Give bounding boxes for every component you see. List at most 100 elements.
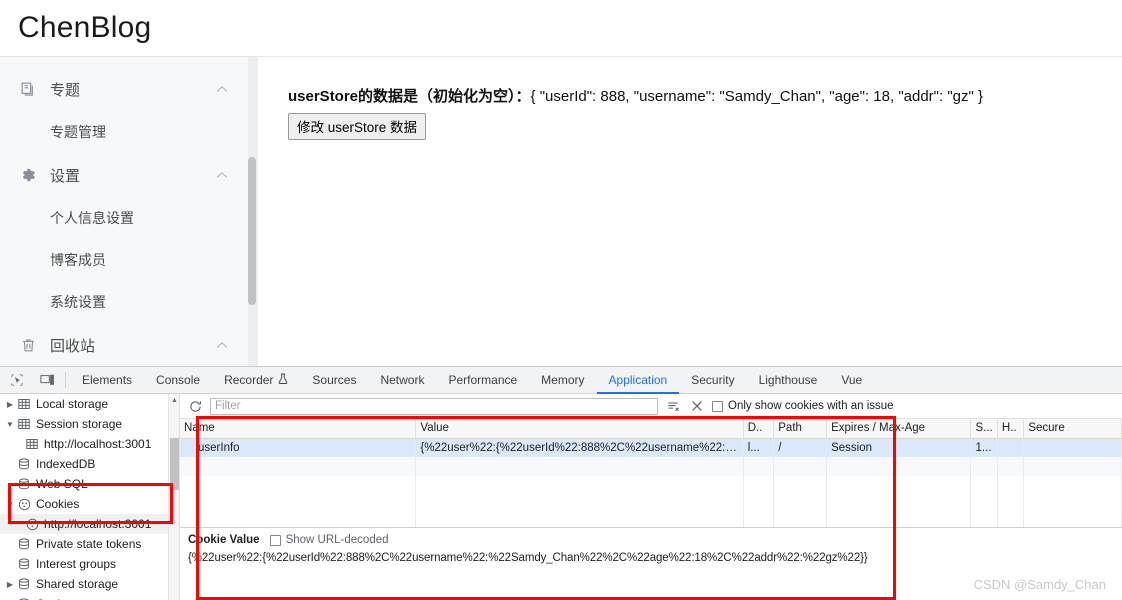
- column-header-name[interactable]: Name: [180, 419, 417, 439]
- chevron-up-icon[interactable]: [216, 339, 228, 351]
- column-header-size[interactable]: S...: [970, 419, 998, 439]
- chevron-up-icon[interactable]: [216, 169, 228, 181]
- sidebar-item-topic-manage[interactable]: 专题管理: [0, 111, 248, 153]
- delete-all-cookies-icon[interactable]: [688, 397, 706, 415]
- only-issues-checkbox[interactable]: Only show cookies with an issue: [712, 400, 894, 412]
- cell-empty: [415, 495, 744, 514]
- column-header-httponly[interactable]: H..: [997, 419, 1025, 439]
- device-toolbar-icon[interactable]: [36, 369, 58, 391]
- tree-item-cookies[interactable]: ▼ Cookies: [0, 494, 179, 514]
- cell-empty: [415, 514, 744, 527]
- column-header-secure[interactable]: Secure: [1023, 419, 1122, 439]
- tree-item-session-storage[interactable]: ▼ Session storage: [0, 414, 179, 434]
- tab-security[interactable]: Security: [679, 367, 746, 394]
- tree-item-local-storage[interactable]: ▶ Local storage: [0, 394, 179, 414]
- page-scrollbar[interactable]: [248, 57, 258, 366]
- cell-empty: [997, 514, 1025, 527]
- sidebar-item-topic[interactable]: 专题: [0, 67, 248, 111]
- checkbox-box[interactable]: [269, 534, 281, 546]
- inspect-element-icon[interactable]: [6, 369, 28, 391]
- topic-icon: [18, 79, 38, 99]
- tree-item-label: Web SQL: [36, 477, 88, 491]
- storage-tree-scrollbar[interactable]: ▲: [168, 394, 179, 600]
- tree-item-web-sql[interactable]: Web SQL: [0, 474, 179, 494]
- cell-path: /: [773, 438, 828, 457]
- cell-secure: [1023, 438, 1122, 457]
- refresh-icon[interactable]: [186, 397, 204, 415]
- chevron-up-icon[interactable]: [216, 83, 228, 95]
- tree-item-shared-storage[interactable]: ▶ Shared storage: [0, 574, 179, 594]
- column-header-expires[interactable]: Expires / Max-Age: [826, 419, 972, 439]
- tab-memory[interactable]: Memory: [529, 367, 596, 394]
- tab-vue[interactable]: Vue: [829, 367, 874, 394]
- tab-label: Recorder: [224, 372, 274, 387]
- cell-empty: [970, 457, 998, 476]
- tree-item-label: Session storage: [36, 417, 123, 431]
- column-header-value[interactable]: Value: [415, 419, 744, 439]
- column-header-domain[interactable]: D..: [743, 419, 775, 439]
- tab-network[interactable]: Network: [368, 367, 436, 394]
- chevron-right-icon[interactable]: ▶: [4, 400, 16, 409]
- table-row[interactable]: userInfo {%22user%22:{%22userId%22:888%2…: [180, 438, 1122, 457]
- cell-empty: [180, 495, 417, 514]
- cookies-toolbar: Only show cookies with an issue: [180, 394, 1122, 419]
- tab-label: Vue: [841, 372, 863, 387]
- table-icon: [24, 436, 40, 452]
- table-header-row: Name Value D.. Path Expires / Max-Age S.…: [180, 419, 1122, 439]
- cell-empty: [970, 476, 998, 495]
- column-header-path[interactable]: Path: [773, 419, 828, 439]
- cell-value: {%22user%22:{%22userId%22:888%2C%22usern…: [415, 438, 744, 457]
- checkbox-box[interactable]: [712, 400, 723, 412]
- sidebar-item-blog-members[interactable]: 博客成员: [0, 239, 248, 281]
- chevron-right-icon[interactable]: ▶: [4, 580, 16, 589]
- storage-tree-scrollbar-thumb[interactable]: [170, 438, 179, 490]
- tab-label: Performance: [448, 372, 518, 387]
- tree-item-label: Cookies: [36, 497, 80, 511]
- tab-lighthouse[interactable]: Lighthouse: [747, 367, 830, 394]
- tree-item-cookies-origin[interactable]: http://localhost:3001: [0, 514, 179, 534]
- table-row-empty: [180, 495, 1122, 514]
- cell-empty: [997, 495, 1025, 514]
- cell-empty: [1023, 476, 1122, 495]
- cell-empty: [826, 514, 972, 527]
- cell-empty: [415, 457, 744, 476]
- cell-empty: [180, 514, 417, 527]
- show-url-decoded-checkbox[interactable]: Show URL-decoded: [269, 534, 389, 546]
- cookie-icon: [24, 516, 40, 532]
- database-icon: [16, 576, 32, 592]
- cell-empty: [1023, 495, 1122, 514]
- sidebar-item-system-settings[interactable]: 系统设置: [0, 281, 248, 323]
- modify-userstore-button[interactable]: 修改 userStore 数据: [288, 113, 427, 140]
- store-data-prefix: userStore的数据是（初始化为空）：: [288, 88, 531, 105]
- page-body: 专题 专题管理 设置 个人信息设置 博客成员 系统设置 回收站 userStor…: [0, 57, 1122, 366]
- sidebar-item-recycle-bin[interactable]: 回收站: [0, 323, 248, 366]
- filter-input[interactable]: [210, 397, 658, 415]
- tab-application[interactable]: Application: [596, 367, 680, 394]
- tree-item-session-storage-origin[interactable]: http://localhost:3001: [0, 434, 179, 454]
- sidebar-item-profile-settings[interactable]: 个人信息设置: [0, 197, 248, 239]
- cell-empty: [826, 495, 972, 514]
- tab-recorder[interactable]: Recorder: [212, 367, 300, 394]
- cell-empty: [773, 514, 828, 527]
- tree-item-indexeddb[interactable]: IndexedDB: [0, 454, 179, 474]
- chevron-down-icon[interactable]: ▼: [4, 420, 16, 429]
- tree-item-interest-groups[interactable]: Interest groups: [0, 554, 179, 574]
- tab-console[interactable]: Console: [144, 367, 212, 394]
- tree-item-cache-storage[interactable]: Cache storage: [0, 594, 179, 600]
- tab-performance[interactable]: Performance: [436, 367, 529, 394]
- cell-empty: [743, 457, 775, 476]
- page-scrollbar-thumb[interactable]: [248, 157, 256, 305]
- cell-empty: [1023, 457, 1122, 476]
- cell-empty: [743, 476, 775, 495]
- scroll-up-arrow-icon[interactable]: ▲: [170, 396, 179, 405]
- main-content: userStore的数据是（初始化为空）：{ "userId": 888, "u…: [258, 57, 1122, 366]
- clear-filter-icon[interactable]: [664, 397, 682, 415]
- tree-item-private-state-tokens[interactable]: Private state tokens: [0, 534, 179, 554]
- tab-sources[interactable]: Sources: [300, 367, 368, 394]
- sidebar-item-settings[interactable]: 设置: [0, 153, 248, 197]
- chevron-down-icon[interactable]: ▼: [4, 500, 16, 509]
- cell-empty: [773, 495, 828, 514]
- tab-elements[interactable]: Elements: [70, 367, 144, 394]
- cell-domain: l...: [743, 438, 775, 457]
- devtools-panel: Elements Console Recorder Sources Networ…: [0, 366, 1122, 600]
